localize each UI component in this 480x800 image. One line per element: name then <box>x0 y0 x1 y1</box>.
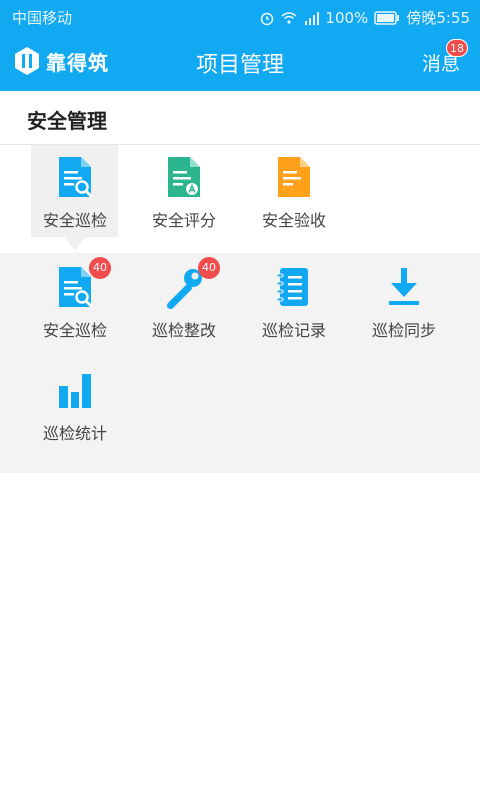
messages-badge: 18 <box>446 39 468 57</box>
doc-search-icon <box>53 155 97 199</box>
section-title: 安全管理 <box>27 109 107 133</box>
clock: 傍晚5:55 <box>406 9 470 27</box>
sub-item-records[interactable]: 巡检记录 <box>239 265 349 341</box>
app-bar: 靠得筑 项目管理 消息 18 <box>0 33 480 91</box>
sub-item-label: 巡检同步 <box>371 321 436 340</box>
sub-item-label: 巡检整改 <box>151 321 216 340</box>
top-item-safety-inspection[interactable]: 安全巡检 <box>20 155 130 231</box>
selected-item-pointer <box>64 237 86 251</box>
count-badge: 40 <box>89 257 111 279</box>
top-item-label: 安全评分 <box>151 211 216 230</box>
battery-icon <box>374 10 400 25</box>
sub-item-label: 巡检统计 <box>42 424 107 443</box>
sub-item-sync[interactable]: 巡检同步 <box>349 265 459 341</box>
sub-item-rectification[interactable]: 40 巡检整改 <box>129 257 239 341</box>
signal-icon <box>305 11 320 25</box>
battery-percent: 100% <box>325 8 369 27</box>
page-title: 项目管理 <box>195 53 284 78</box>
download-icon <box>382 265 426 309</box>
doc-score-icon <box>162 155 206 199</box>
wifi-icon <box>281 11 297 24</box>
wrench-icon: 40 <box>162 257 220 310</box>
doc-search-icon: 40 <box>53 257 111 309</box>
sub-item-statistics[interactable]: 巡检统计 <box>20 368 130 444</box>
bar-chart-icon <box>53 368 97 412</box>
alarm-icon <box>261 12 274 25</box>
sub-item-safety-inspection[interactable]: 40 安全巡检 <box>20 257 130 341</box>
status-bar: 中国移动 100% 傍晚5:55 <box>0 0 480 33</box>
sub-item-label: 安全巡检 <box>42 321 107 340</box>
top-item-safety-acceptance[interactable]: 安全验收 <box>239 155 349 231</box>
status-right: 100% 傍晚5:55 <box>259 7 470 28</box>
section-header: 安全管理 <box>0 91 480 145</box>
doc-accept-icon <box>272 155 316 199</box>
notebook-icon <box>272 265 316 309</box>
top-item-label: 安全验收 <box>261 211 326 230</box>
sub-item-label: 巡检记录 <box>261 321 326 340</box>
carrier-name: 中国移动 <box>12 9 73 27</box>
top-item-safety-score[interactable]: 安全评分 <box>129 155 239 231</box>
top-item-label: 安全巡检 <box>42 211 107 230</box>
count-badge: 40 <box>198 257 220 279</box>
